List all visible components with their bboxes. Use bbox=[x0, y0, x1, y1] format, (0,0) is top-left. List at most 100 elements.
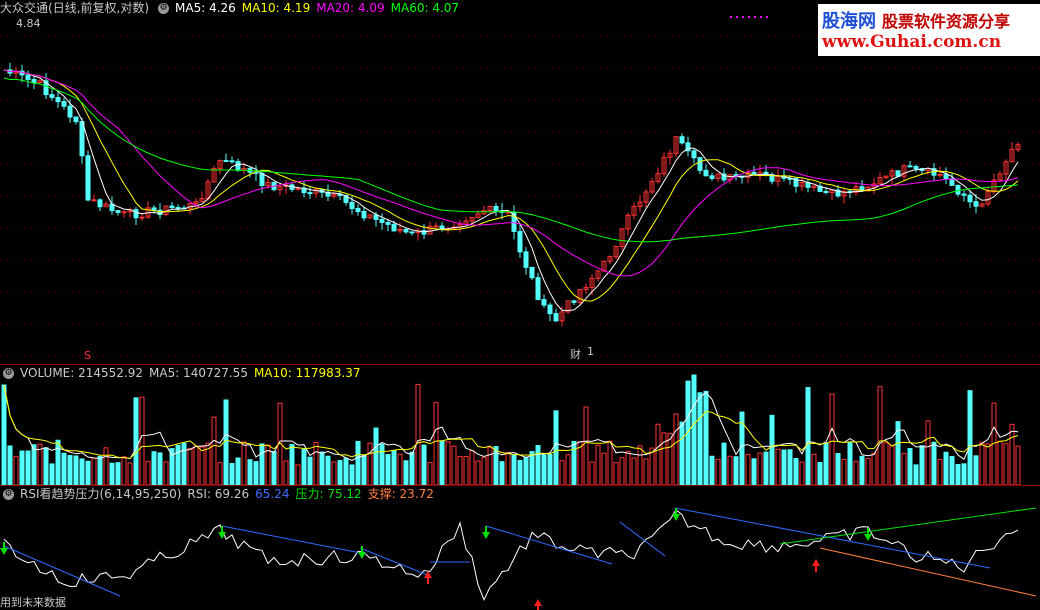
volume-bar bbox=[301, 448, 307, 485]
volume-bar bbox=[409, 451, 415, 485]
future-data-note: 用到未来数据 bbox=[0, 596, 66, 609]
candle-body bbox=[175, 207, 181, 210]
candle-body bbox=[223, 159, 229, 162]
volume-pane[interactable]: ⚙ VOLUME: 214552.92 MA5: 140727.55 MA10: 11… bbox=[0, 364, 1040, 485]
signal-dot bbox=[748, 16, 750, 18]
volume-bar bbox=[139, 396, 145, 485]
volume-bar bbox=[259, 443, 265, 485]
buy-arrow-icon bbox=[812, 559, 820, 566]
volume-bar bbox=[73, 455, 79, 485]
volume-bar bbox=[727, 455, 733, 485]
rsi-chart[interactable] bbox=[0, 486, 1040, 610]
candle-body bbox=[115, 210, 121, 213]
candle-body bbox=[691, 150, 697, 159]
volume-bar bbox=[589, 461, 595, 485]
volume-bar bbox=[103, 447, 109, 485]
volume-bar bbox=[967, 390, 973, 485]
volume-bar bbox=[955, 463, 961, 485]
volume-bar bbox=[31, 444, 37, 485]
candle-body bbox=[49, 94, 55, 99]
candle-body bbox=[61, 101, 67, 107]
candle-body bbox=[493, 205, 499, 212]
settings-icon[interactable]: ⚙ bbox=[158, 3, 170, 14]
volume-bar bbox=[151, 451, 157, 485]
volume-bar bbox=[751, 458, 757, 485]
candle-body bbox=[505, 211, 511, 214]
settings-icon[interactable]: ⚙ bbox=[3, 489, 14, 500]
volume-bar bbox=[769, 414, 775, 485]
volume-bar bbox=[661, 432, 667, 485]
candle-body bbox=[535, 277, 541, 301]
volume-bar bbox=[595, 444, 601, 485]
rsi-pane[interactable]: ⚙ RSI看趋势压力(6,14,95,250) RSI: 69.26 65.24 压力:… bbox=[0, 485, 1040, 610]
candle-body bbox=[967, 194, 973, 203]
resistance-trendline bbox=[619, 521, 666, 557]
volume-bar bbox=[961, 463, 967, 485]
volume-bar bbox=[517, 459, 523, 485]
candle-body bbox=[697, 157, 703, 171]
volume-bar bbox=[133, 397, 139, 485]
candle-body bbox=[973, 201, 979, 207]
volume-bar bbox=[697, 392, 703, 485]
volume-bar bbox=[787, 449, 793, 485]
support-value: 支撑: 23.72 bbox=[367, 487, 434, 501]
volume-bar bbox=[199, 446, 205, 485]
volume-bar bbox=[253, 461, 259, 485]
volume-bar bbox=[619, 457, 625, 485]
volume-bar bbox=[235, 457, 241, 485]
candle-body bbox=[961, 193, 967, 196]
ma60-value: MA60: 4.07 bbox=[390, 1, 460, 15]
volume-bar bbox=[379, 443, 385, 485]
support-line bbox=[819, 547, 1037, 597]
vol-ma5-line bbox=[3, 384, 1019, 461]
candle-body bbox=[949, 178, 955, 186]
vol-ma10-value: MA10: 117983.37 bbox=[253, 366, 361, 380]
volume-bar bbox=[835, 453, 841, 485]
volume-bar bbox=[1009, 423, 1015, 485]
signal-dot bbox=[766, 16, 768, 18]
candle-body bbox=[517, 230, 523, 253]
low-price-label: 财 bbox=[570, 348, 581, 361]
volume-bar bbox=[859, 455, 865, 485]
rsi-value: RSI: 69.26 bbox=[187, 487, 250, 501]
volume-bar bbox=[181, 442, 187, 485]
candle-body bbox=[943, 173, 949, 180]
sell-arrow-icon bbox=[358, 552, 366, 559]
candle-body bbox=[433, 225, 439, 228]
volume-bar bbox=[745, 454, 751, 485]
volume-chart[interactable] bbox=[0, 365, 1040, 485]
volume-bar bbox=[439, 440, 445, 485]
volume-bar bbox=[223, 399, 229, 485]
volume-bar bbox=[871, 452, 877, 485]
volume-bar bbox=[793, 458, 799, 485]
brand-url: www.Guhai.com.cn bbox=[822, 32, 1002, 52]
sell-arrow-icon bbox=[672, 514, 680, 521]
volume-bar bbox=[901, 453, 907, 485]
candle-body bbox=[139, 216, 145, 219]
price-pane[interactable]: 大众交通(日线,前复权,对数) ⚙ MA5: 4.26 MA10: 4.19 MA20:… bbox=[0, 0, 1040, 364]
volume-bar bbox=[511, 454, 517, 485]
volume-bar bbox=[397, 453, 403, 485]
volume-bar bbox=[997, 440, 1003, 485]
volume-bar bbox=[559, 460, 565, 485]
volume-bar bbox=[187, 448, 193, 485]
volume-bar bbox=[781, 449, 787, 485]
resistance-trendline bbox=[221, 525, 367, 555]
volume-bar bbox=[601, 452, 607, 485]
candle-body bbox=[355, 207, 361, 212]
volume-bar bbox=[115, 462, 121, 485]
ma20-value: MA20: 4.09 bbox=[316, 1, 385, 15]
volume-bar bbox=[853, 461, 859, 485]
candle-body bbox=[523, 251, 529, 268]
volume-bar bbox=[847, 442, 853, 485]
volume-bar bbox=[805, 387, 811, 485]
signal-dot bbox=[736, 16, 738, 18]
volume-bar bbox=[883, 442, 889, 485]
settings-icon[interactable]: ⚙ bbox=[3, 368, 14, 379]
resistance-trendline bbox=[674, 507, 991, 569]
volume-value: VOLUME: 214552.92 bbox=[20, 366, 143, 380]
volume-bar bbox=[91, 457, 97, 485]
volume-bar bbox=[799, 461, 805, 485]
volume-bar bbox=[925, 420, 931, 485]
volume-bar bbox=[13, 455, 19, 485]
